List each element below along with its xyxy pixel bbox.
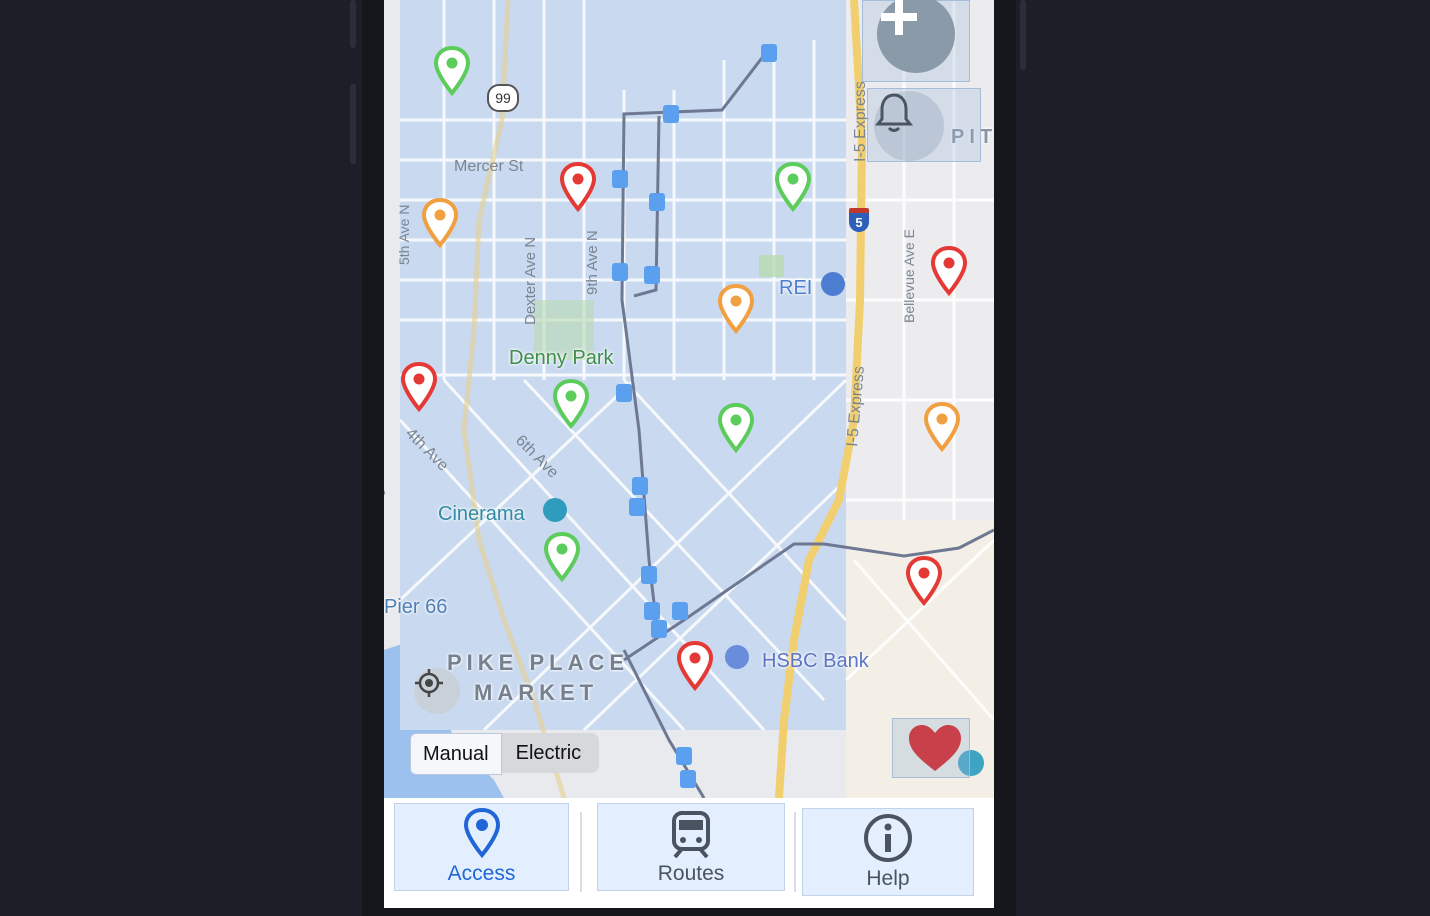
place-label-cinerama: Cinerama xyxy=(438,503,525,525)
notifications-button[interactable] xyxy=(874,91,944,161)
tab-routes-label: Routes xyxy=(657,862,725,885)
highway-99-shield: 99 xyxy=(487,84,519,112)
crosshair-icon xyxy=(415,669,443,697)
map-pin-icon-orange[interactable] xyxy=(420,198,460,248)
transit-stop-icon xyxy=(629,498,645,516)
street-label: Mercer St xyxy=(454,158,524,175)
phone-side-button xyxy=(350,84,356,164)
locate-me-button[interactable] xyxy=(414,668,460,714)
transit-stop-icon xyxy=(644,602,660,620)
tab-routes[interactable]: Routes xyxy=(597,803,785,891)
tab-divider xyxy=(794,812,796,892)
place-label-market: MARKET xyxy=(474,680,599,705)
heart-icon xyxy=(909,725,961,771)
place-label-denny-park: Denny Park xyxy=(509,347,614,369)
place-label-pier66: Pier 66 xyxy=(384,596,448,618)
place-label-rei: REI xyxy=(779,277,813,299)
place-label-hsbc: HSBC Bank xyxy=(762,650,869,672)
tab-access-label: Access xyxy=(447,862,516,885)
map-pin-icon-red[interactable] xyxy=(675,641,715,691)
street-label: Dexter Ave N xyxy=(522,236,539,325)
bank-icon xyxy=(725,645,749,669)
tab-help[interactable]: Help xyxy=(802,808,974,896)
transit-stop-icon xyxy=(676,747,692,765)
manual-mode-button[interactable]: Manual xyxy=(410,733,502,775)
place-label-pike-place: PIKE PLACE xyxy=(447,650,630,675)
transit-stop-icon xyxy=(649,193,665,211)
bottom-tab-bar: Access Routes Help xyxy=(384,798,994,908)
electric-mode-button[interactable]: Electric xyxy=(501,733,600,773)
transit-stop-icon xyxy=(761,44,777,62)
transit-stop-icon xyxy=(644,266,660,284)
shopping-bag-icon xyxy=(821,272,845,296)
map-pin-icon-red[interactable] xyxy=(904,556,944,606)
tab-help-label: Help xyxy=(866,867,910,890)
transit-stop-icon xyxy=(663,105,679,123)
transit-stop-icon xyxy=(612,170,628,188)
tab-divider xyxy=(580,812,582,892)
bell-icon xyxy=(874,93,914,132)
map-pin-icon-red[interactable] xyxy=(399,362,439,412)
info-icon xyxy=(864,814,912,862)
transit-stop-icon xyxy=(680,770,696,788)
map-pin-icon-green[interactable] xyxy=(432,46,472,96)
map-pin-icon-green[interactable] xyxy=(551,379,591,429)
transit-stop-icon xyxy=(672,602,688,620)
map-pin-icon-green[interactable] xyxy=(773,162,813,212)
street-label: Bellevue Ave E xyxy=(901,229,917,323)
phone-side-button xyxy=(350,0,356,48)
transit-stop-icon xyxy=(616,384,632,402)
map-pin-icon-green[interactable] xyxy=(542,532,582,582)
phone-side-button xyxy=(1020,0,1026,70)
map-pin-icon-red[interactable] xyxy=(929,246,969,296)
map-pin-icon-orange[interactable] xyxy=(922,402,962,452)
park xyxy=(759,255,784,277)
transit-stop-icon xyxy=(651,620,667,638)
map-view[interactable]: 99 5 Mercer St 5th Ave N Dexter Ave N 9t… xyxy=(384,0,994,798)
map-pin-icon xyxy=(463,808,500,858)
transit-stop-icon xyxy=(641,566,657,584)
transit-stop-icon xyxy=(632,477,648,495)
theater-icon xyxy=(543,498,567,522)
mode-toggle: Manual Electric xyxy=(410,733,600,775)
favorites-button[interactable] xyxy=(892,718,970,778)
transit-stop-icon xyxy=(612,263,628,281)
train-icon xyxy=(672,811,710,858)
plus-icon xyxy=(881,0,917,35)
map-pin-icon-red[interactable] xyxy=(558,162,598,212)
tab-access[interactable]: Access xyxy=(394,803,569,891)
map-pin-icon-green[interactable] xyxy=(716,403,756,453)
map-pin-icon-orange[interactable] xyxy=(716,284,756,334)
street-label: 5th Ave N xyxy=(396,204,412,265)
app-screen: 99 5 Mercer St 5th Ave N Dexter Ave N 9t… xyxy=(384,0,994,908)
interstate-5-shield: 5 xyxy=(849,208,869,232)
street-label: 9th Ave N xyxy=(584,230,601,295)
